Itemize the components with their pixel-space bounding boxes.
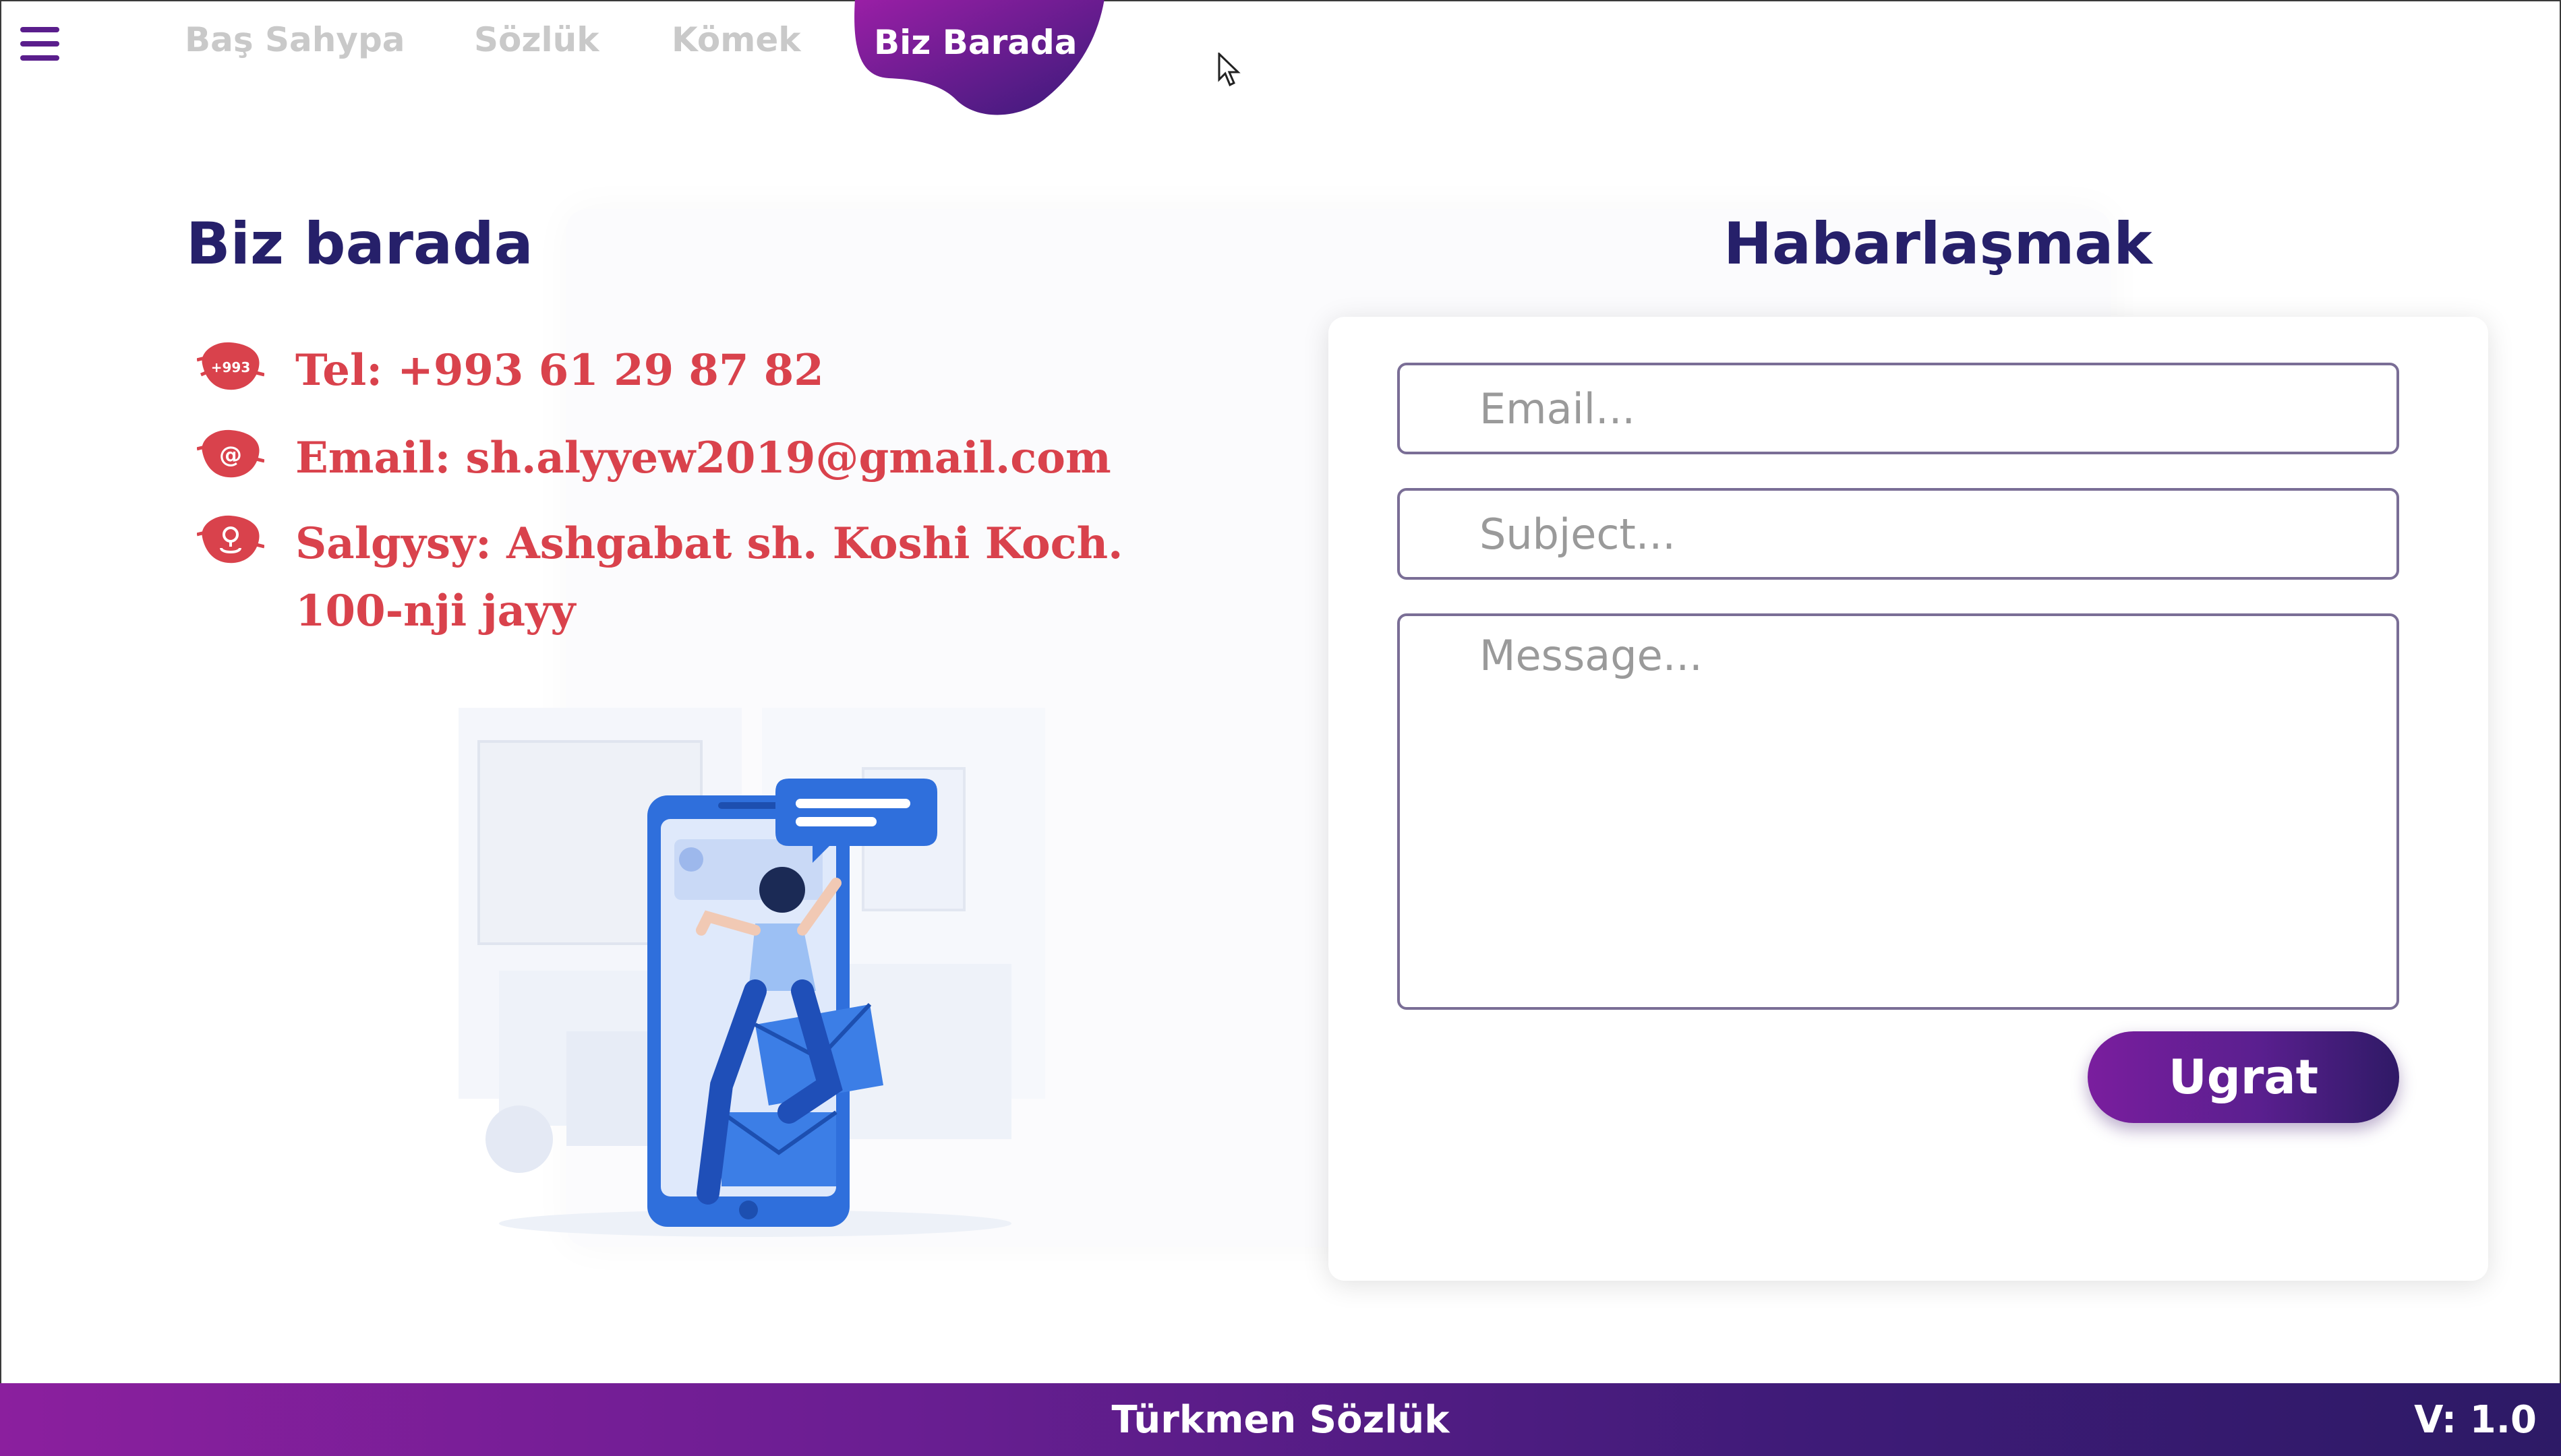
send-button[interactable]: Ugrat: [2088, 1031, 2399, 1123]
svg-text:@: @: [219, 442, 242, 468]
location-badge-icon: [197, 515, 264, 564]
nav-dictionary[interactable]: Sözlük: [474, 20, 599, 59]
mouse-cursor-icon: [1218, 53, 1241, 87]
contact-illustration: [459, 708, 1045, 1237]
contact-email: @ Email: sh.alyyew2019@gmail.com: [197, 425, 1111, 492]
nav-about[interactable]: Biz Barada: [874, 23, 1078, 62]
address-line-2: 100-nji jayy: [295, 586, 576, 636]
about-title: Biz barada: [186, 210, 533, 278]
nav-home[interactable]: Baş Sahypa: [185, 20, 405, 59]
contact-address: Salgysy: Ashgabat sh. Koshi Koch. 100-nj…: [197, 510, 1123, 645]
email-input[interactable]: [1397, 363, 2399, 454]
footer-app-title: Türkmen Sözlük: [1111, 1398, 1450, 1442]
phone-badge-icon: +993: [197, 342, 264, 390]
footer-bar: Türkmen Sözlük V: 1.0: [0, 1383, 2561, 1456]
phone-text: Tel: +993 61 29 87 82: [295, 345, 824, 396]
email-text: Email: sh.alyyew2019@gmail.com: [295, 433, 1111, 483]
nav-help[interactable]: Kömek: [672, 20, 800, 59]
contact-title: Habarlaşmak: [1724, 210, 2152, 278]
footer-version: V: 1.0: [2414, 1398, 2537, 1442]
subject-input[interactable]: [1397, 488, 2399, 580]
email-badge-icon: @: [197, 429, 264, 478]
message-textarea[interactable]: [1397, 613, 2399, 1010]
contact-phone: +993 Tel: +993 61 29 87 82: [197, 337, 824, 404]
svg-text:+993: +993: [211, 359, 251, 375]
hamburger-menu-icon[interactable]: [20, 27, 59, 65]
address-line-1: Salgysy: Ashgabat sh. Koshi Koch.: [295, 518, 1123, 569]
